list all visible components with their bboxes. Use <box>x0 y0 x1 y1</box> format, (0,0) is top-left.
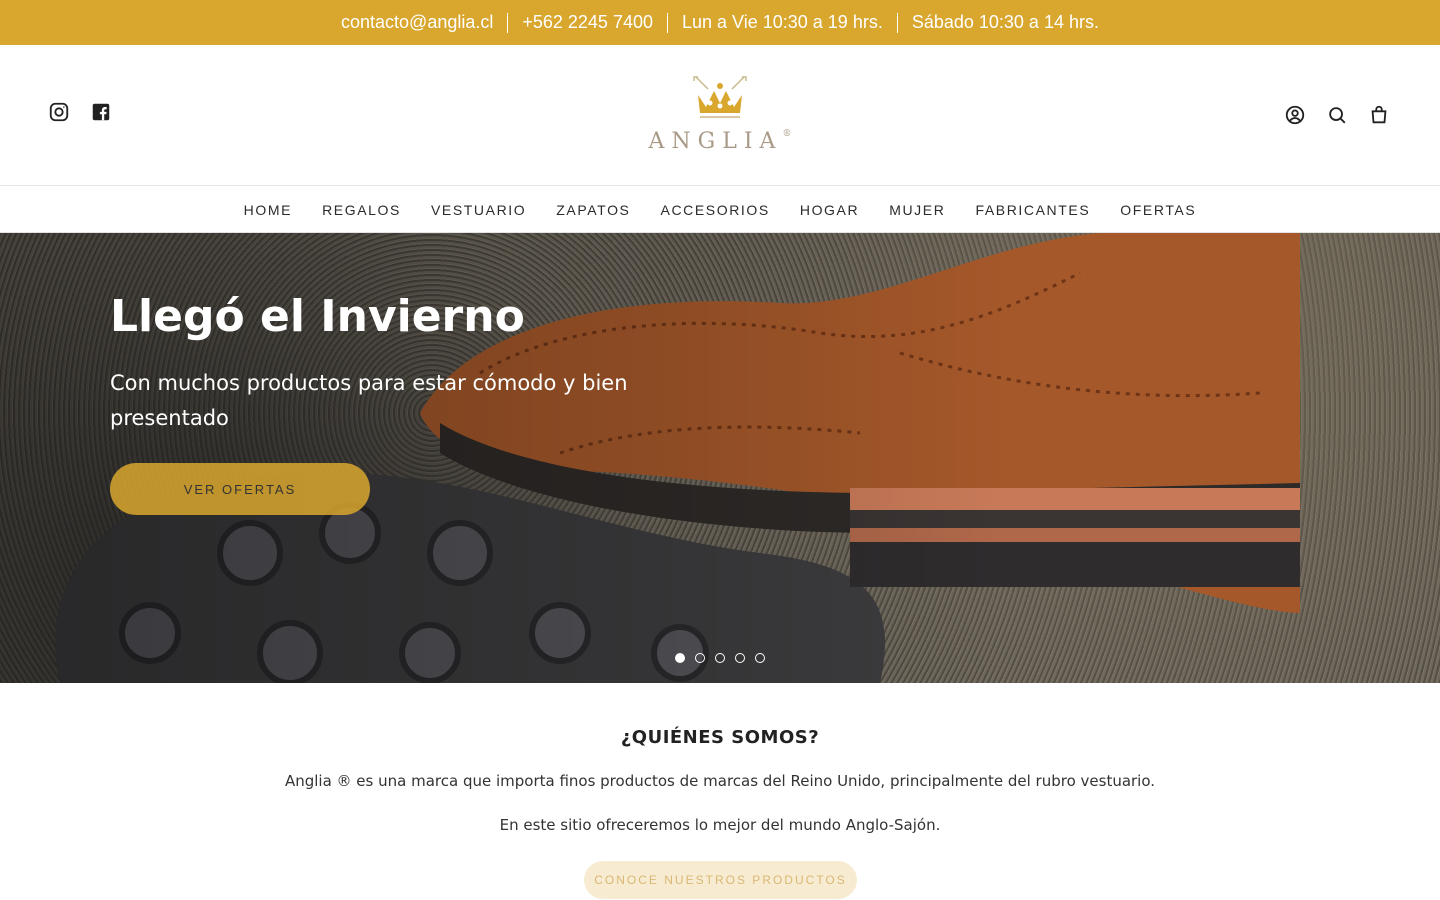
hours-weekday: Lun a Vie 10:30 a 19 hrs. <box>682 12 883 32</box>
instagram-icon[interactable] <box>48 101 70 123</box>
about-title: ¿QUIÉNES SOMOS? <box>620 727 820 748</box>
social-links <box>48 101 112 123</box>
nav-item-fabricantes[interactable]: FABRICANTES <box>975 202 1090 218</box>
hero-slideshow: Llegó el Invierno Con muchos productos p… <box>0 233 1440 683</box>
search-icon[interactable] <box>1326 104 1348 126</box>
about-paragraph-2: En este sitio ofreceremos lo mejor del m… <box>499 816 941 834</box>
nav-item-zapatos[interactable]: ZAPATOS <box>556 202 630 218</box>
slideshow-dots <box>675 653 765 663</box>
nav-item-vestuario[interactable]: VESTUARIO <box>431 202 526 218</box>
site-header: ANGLIA® <box>0 45 1440 186</box>
nav-item-mujer[interactable]: MUJER <box>889 202 945 218</box>
nav-item-accesorios[interactable]: ACCESORIOS <box>661 202 770 218</box>
slide-dot-5[interactable] <box>755 653 765 663</box>
hero-title: Llegó el Invierno <box>110 291 525 342</box>
nav-item-ofertas[interactable]: OFERTAS <box>1120 202 1196 218</box>
view-offers-button[interactable]: VER OFERTAS <box>110 463 370 515</box>
announcement-bar: contacto@anglia.cl +562 2245 7400 Lun a … <box>0 0 1440 45</box>
anglia-logo[interactable]: ANGLIA® <box>645 73 795 161</box>
slide-dot-2[interactable] <box>695 653 705 663</box>
facebook-icon[interactable] <box>90 101 112 123</box>
logo-wordmark: ANGLIA® <box>649 129 792 154</box>
about-paragraph-1: Anglia ® es una marca que importa finos … <box>284 772 1156 790</box>
hours-saturday: Sábado 10:30 a 14 hrs. <box>911 12 1099 32</box>
contact-email[interactable]: contacto@anglia.cl <box>327 12 507 33</box>
account-icon[interactable] <box>1284 104 1306 126</box>
contact-phone[interactable]: +562 2245 7400 <box>508 12 667 33</box>
slide-dot-3[interactable] <box>715 653 725 663</box>
slide-dot-4[interactable] <box>735 653 745 663</box>
registered-mark: ® <box>782 129 792 139</box>
cart-icon[interactable] <box>1368 104 1390 126</box>
slide-dot-1[interactable] <box>675 653 685 663</box>
view-products-button[interactable]: CONOCE NUESTROS PRODUCTOS <box>584 861 857 899</box>
nav-item-hogar[interactable]: HOGAR <box>800 202 859 218</box>
nav-item-regalos[interactable]: REGALOS <box>322 202 401 218</box>
hero-subtitle: Con muchos productos para estar cómodo y… <box>110 371 628 430</box>
main-nav: HOME REGALOS VESTUARIO ZAPATOS ACCESORIO… <box>0 187 1440 233</box>
header-utilities <box>1284 104 1390 126</box>
crown-icon <box>693 76 747 118</box>
logo-text: ANGLIA <box>648 129 783 154</box>
nav-item-home[interactable]: HOME <box>244 202 292 218</box>
